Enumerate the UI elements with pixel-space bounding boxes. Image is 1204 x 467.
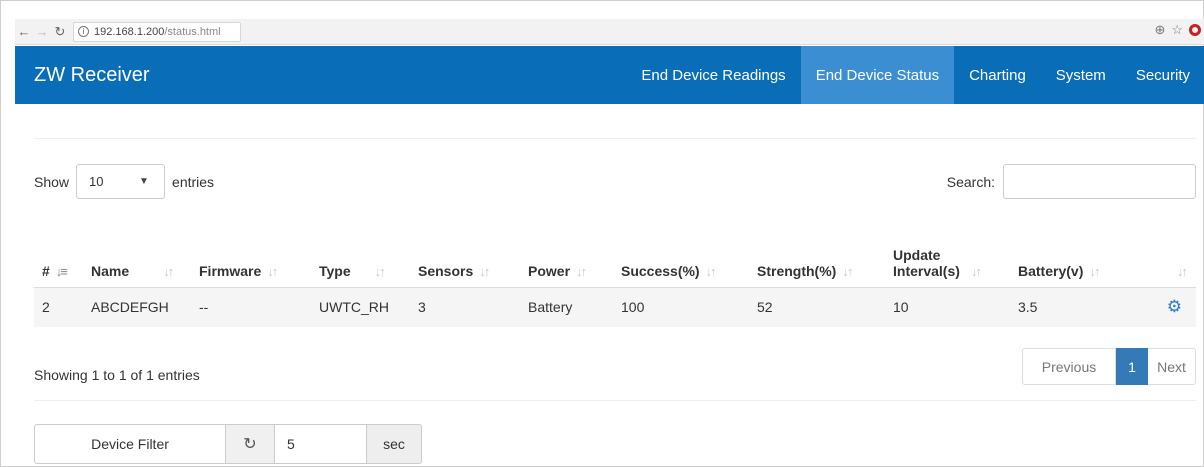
nav-end-device-readings[interactable]: End Device Readings [626, 46, 800, 104]
search-input[interactable] [1003, 164, 1196, 199]
zoom-icon[interactable]: ⊕ [1154, 22, 1165, 38]
cell-success: 100 [613, 287, 749, 327]
cell-name: ABCDEFGH [83, 287, 191, 327]
browser-toolbar: ← → ↻ i 192.168.1.200/status.html ⊕ ☆ [15, 19, 1204, 45]
device-filter-button[interactable]: Device Filter [34, 424, 226, 464]
table-row[interactable]: 2 ABCDEFGH -- UWTC_RH 3 Battery 100 52 1… [34, 287, 1196, 327]
nav-system[interactable]: System [1041, 46, 1121, 104]
search-label: Search: [946, 173, 995, 190]
col-header-battery[interactable]: Battery(v) ↓↑ [1010, 218, 1130, 288]
entries-select[interactable]: 10 ▼ [76, 164, 166, 199]
col-header-success[interactable]: Success(%) ↓↑ [613, 218, 749, 288]
col-header-number[interactable]: # ↓≡ [34, 218, 83, 288]
col-header-update-interval[interactable]: Update Interval(s) ↓↑ [885, 218, 1010, 288]
sort-asc-icon: ↓≡ [55, 263, 68, 279]
cell-sensors: 3 [410, 287, 520, 327]
browser-frame: ← → ↻ i 192.168.1.200/status.html ⊕ ☆ ZW… [0, 0, 1204, 467]
col-header-name[interactable]: Name ↓↑ [83, 218, 191, 288]
next-button[interactable]: Next [1148, 348, 1196, 385]
col-header-actions[interactable]: ↓↑ [1130, 218, 1196, 288]
sort-icon: ↓↑ [1177, 263, 1188, 279]
filter-controls: Device Filter ↻ 5 sec [34, 424, 422, 464]
sort-icon: ↓↑ [971, 263, 982, 279]
url-path: /status.html [164, 25, 221, 38]
interval-unit: sec [367, 424, 422, 464]
page-1-button[interactable]: 1 [1116, 348, 1148, 385]
info-icon[interactable]: i [78, 26, 89, 37]
sort-icon: ↓↑ [705, 263, 717, 279]
previous-button[interactable]: Previous [1022, 348, 1116, 385]
opera-extension-icon[interactable] [1189, 24, 1201, 36]
col-header-firmware[interactable]: Firmware ↓↑ [191, 218, 311, 288]
sort-icon: ↓↑ [163, 263, 174, 279]
sort-icon: ↓↑ [576, 263, 587, 279]
cell-strength: 52 [749, 287, 885, 327]
sort-icon: ↓↑ [267, 263, 278, 279]
caret-down-icon: ▼ [139, 176, 149, 187]
brand[interactable]: ZW Receiver [15, 64, 150, 87]
nav-menu: End Device Readings End Device Status Ch… [626, 46, 1204, 104]
nav-end-device-status[interactable]: End Device Status [800, 46, 955, 104]
sort-icon: ↓↑ [1089, 263, 1100, 279]
divider [34, 138, 1196, 139]
table-header-row: # ↓≡ Name ↓↑ Firmware ↓↑ Type ↓↑ Sensors ↓↑ P… [34, 218, 1196, 288]
star-icon[interactable]: ☆ [1171, 22, 1183, 38]
refresh-icon[interactable]: ↻ [226, 424, 275, 464]
cell-actions: ⚙ [1130, 287, 1196, 327]
search-control: Search: [947, 164, 1196, 199]
show-label: Show [34, 173, 70, 190]
cell-number: 2 [34, 287, 83, 327]
refresh-interval-input[interactable]: 5 [275, 424, 367, 464]
cell-power: Battery [520, 287, 613, 327]
pagination: Previous 1 Next [1022, 348, 1196, 385]
sort-icon: ↓↑ [479, 263, 490, 279]
cell-battery: 3.5 [1010, 287, 1130, 327]
divider [34, 400, 1196, 401]
address-bar[interactable]: i 192.168.1.200/status.html [73, 21, 241, 42]
cell-firmware: -- [191, 287, 311, 327]
reload-icon[interactable]: ↻ [51, 22, 69, 42]
col-header-strength[interactable]: Strength(%) ↓↑ [749, 218, 885, 288]
gear-icon[interactable]: ⚙ [1167, 297, 1182, 316]
col-header-power[interactable]: Power ↓↑ [520, 218, 613, 288]
sort-icon: ↓↑ [374, 263, 386, 279]
back-icon[interactable]: ← [15, 22, 33, 42]
entries-select-value: 10 [89, 174, 104, 189]
length-control: Show 10 ▼ entries [34, 164, 214, 199]
cell-update-interval: 10 [885, 287, 1010, 327]
nav-security[interactable]: Security [1121, 46, 1204, 104]
device-status-table: # ↓≡ Name ↓↑ Firmware ↓↑ Type ↓↑ Sensors ↓↑ P… [34, 218, 1196, 327]
url-host: 192.168.1.200 [94, 25, 165, 38]
table-info: Showing 1 to 1 of 1 entries [34, 367, 200, 383]
col-header-sensors[interactable]: Sensors ↓↑ [410, 218, 520, 288]
col-header-type[interactable]: Type ↓↑ [311, 218, 410, 288]
nav-charting[interactable]: Charting [954, 46, 1041, 104]
top-navbar: ZW Receiver End Device Readings End Devi… [15, 46, 1204, 104]
cell-type: UWTC_RH [311, 287, 410, 327]
entries-label: entries [172, 173, 215, 190]
sort-icon: ↓↑ [842, 263, 853, 279]
forward-icon[interactable]: → [33, 22, 51, 42]
